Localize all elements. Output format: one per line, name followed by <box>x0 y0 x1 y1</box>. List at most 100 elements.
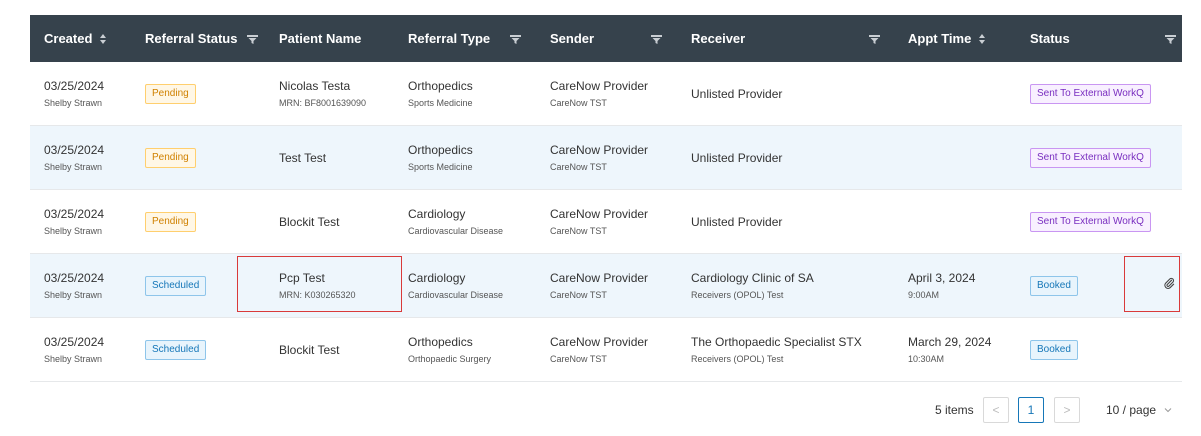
appt-cell: April 3, 2024 9:00AM <box>894 254 1016 317</box>
sender-name: CareNow Provider <box>550 207 649 221</box>
referral-specialty: Orthopaedic Surgery <box>408 354 492 364</box>
created-date: 03/25/2024 <box>44 271 105 285</box>
filter-icon[interactable] <box>247 35 258 44</box>
column-referral-status-label: Referral Status <box>145 31 238 46</box>
receiver-name: Cardiology Clinic of SA <box>691 271 814 285</box>
next-page-button[interactable]: > <box>1054 397 1080 423</box>
table-row[interactable]: 03/25/2024 Shelby Strawn Pending Blockit… <box>30 190 1182 254</box>
patient-name[interactable]: Blockit Test <box>279 215 394 229</box>
status-badge: Sent To External WorkQ <box>1030 83 1151 104</box>
patient-name[interactable]: Test Test <box>279 151 394 165</box>
filter-icon[interactable] <box>869 35 880 44</box>
created-cell: 03/25/2024 Shelby Strawn <box>30 254 131 317</box>
status-badge: Pending <box>145 83 196 104</box>
appt-date: April 3, 2024 <box>908 271 976 285</box>
referral-type: Orthopedics <box>408 79 473 93</box>
table-header: Created Referral Status Patient Name Ref… <box>30 15 1182 62</box>
referral-status-cell: Scheduled <box>131 254 265 317</box>
appt-time: 9:00AM <box>908 290 940 300</box>
page-size-label: 10 / page <box>1106 403 1157 417</box>
patient-mrn: MRN: K030265320 <box>279 290 356 300</box>
column-sender-label: Sender <box>550 31 595 46</box>
patient-cell[interactable]: Blockit Test <box>265 318 394 381</box>
appt-time: 10:30AM <box>908 354 945 364</box>
patient-name[interactable]: Nicolas Testa <box>279 79 394 93</box>
patient-mrn: MRN: BF8001639090 <box>279 98 367 108</box>
referral-specialty: Cardiovascular Disease <box>408 290 504 300</box>
referral-specialty: Cardiovascular Disease <box>408 226 504 236</box>
created-date: 03/25/2024 <box>44 335 105 349</box>
sort-icon[interactable] <box>979 33 986 44</box>
creator-name: Shelby Strawn <box>44 290 103 300</box>
sender-cell: CareNow Provider CareNow TST <box>536 62 677 125</box>
table-row[interactable]: 03/25/2024 Shelby Strawn Pending Nicolas… <box>30 62 1182 126</box>
column-sender: Sender <box>536 15 677 62</box>
sort-icon[interactable] <box>100 33 107 44</box>
referral-type: Cardiology <box>408 271 466 285</box>
status-badge: Scheduled <box>145 339 207 360</box>
receiver-name: Unlisted Provider <box>691 150 783 165</box>
creator-name: Shelby Strawn <box>44 226 103 236</box>
column-appt-time[interactable]: Appt Time <box>894 15 1016 62</box>
receiver-cell: Cardiology Clinic of SA Receivers (OPOL)… <box>677 254 894 317</box>
referral-type: Cardiology <box>408 207 466 221</box>
appt-date: March 29, 2024 <box>908 335 992 349</box>
status-badge: Pending <box>145 211 196 232</box>
total-items: 5 items <box>935 403 974 417</box>
column-patient-name: Patient Name <box>265 15 394 62</box>
page-size-select[interactable]: 10 / page <box>1106 403 1172 417</box>
creator-name: Shelby Strawn <box>44 354 103 364</box>
referral-type-cell: Orthopedics Sports Medicine <box>394 62 536 125</box>
column-status-label: Status <box>1030 31 1070 46</box>
created-cell: 03/25/2024 Shelby Strawn <box>30 318 131 381</box>
sender-cell: CareNow Provider CareNow TST <box>536 254 677 317</box>
table-row[interactable]: 03/25/2024 Shelby Strawn Pending Test Te… <box>30 126 1182 190</box>
patient-cell[interactable]: Blockit Test <box>265 190 394 253</box>
column-referral-type: Referral Type <box>394 15 536 62</box>
sender-org: CareNow TST <box>550 290 607 300</box>
created-date: 03/25/2024 <box>44 79 105 93</box>
filter-icon[interactable] <box>1165 35 1176 44</box>
patient-name[interactable]: Blockit Test <box>279 343 394 357</box>
table-row[interactable]: 03/25/2024 Shelby Strawn Scheduled Block… <box>30 318 1182 382</box>
status-cell: Sent To External WorkQ <box>1016 126 1182 189</box>
sender-cell: CareNow Provider CareNow TST <box>536 126 677 189</box>
referral-status-cell: Pending <box>131 126 265 189</box>
sender-name: CareNow Provider <box>550 143 649 157</box>
patient-cell[interactable]: Pcp Test MRN: K030265320 <box>265 254 394 317</box>
column-created-label: Created <box>44 31 93 46</box>
column-status: Status <box>1016 15 1182 62</box>
referral-status-cell: Pending <box>131 190 265 253</box>
referral-type-cell: Orthopedics Orthopaedic Surgery <box>394 318 536 381</box>
patient-cell[interactable]: Nicolas Testa MRN: BF8001639090 <box>265 62 394 125</box>
creator-name: Shelby Strawn <box>44 98 103 108</box>
appt-cell <box>894 62 1016 125</box>
referral-type-cell: Cardiology Cardiovascular Disease <box>394 254 536 317</box>
patient-name[interactable]: Pcp Test <box>279 271 394 285</box>
filter-icon[interactable] <box>651 35 662 44</box>
status-cell: Sent To External WorkQ <box>1016 62 1182 125</box>
table-row[interactable]: 03/25/2024 Shelby Strawn Scheduled Pcp T… <box>30 254 1182 318</box>
status-badge: Pending <box>145 147 196 168</box>
column-created[interactable]: Created <box>30 15 131 62</box>
patient-cell[interactable]: Test Test <box>265 126 394 189</box>
sender-name: CareNow Provider <box>550 79 649 93</box>
status-cell: Booked <box>1016 318 1182 381</box>
column-referral-status: Referral Status <box>131 15 265 62</box>
created-cell: 03/25/2024 Shelby Strawn <box>30 62 131 125</box>
sender-org: CareNow TST <box>550 226 607 236</box>
filter-icon[interactable] <box>510 35 521 44</box>
receiver-cell: The Orthopaedic Specialist STX Receivers… <box>677 318 894 381</box>
page-1-button[interactable]: 1 <box>1018 397 1044 423</box>
creator-name: Shelby Strawn <box>44 162 103 172</box>
sender-cell: CareNow Provider CareNow TST <box>536 190 677 253</box>
paperclip-icon[interactable] <box>1163 276 1175 289</box>
referral-specialty: Sports Medicine <box>408 98 473 108</box>
prev-page-button[interactable]: < <box>983 397 1009 423</box>
referral-status-cell: Scheduled <box>131 318 265 381</box>
chevron-down-icon <box>1164 408 1172 413</box>
column-referral-type-label: Referral Type <box>408 31 491 46</box>
receiver-cell: Unlisted Provider <box>677 190 894 253</box>
created-cell: 03/25/2024 Shelby Strawn <box>30 190 131 253</box>
referral-type-cell: Cardiology Cardiovascular Disease <box>394 190 536 253</box>
